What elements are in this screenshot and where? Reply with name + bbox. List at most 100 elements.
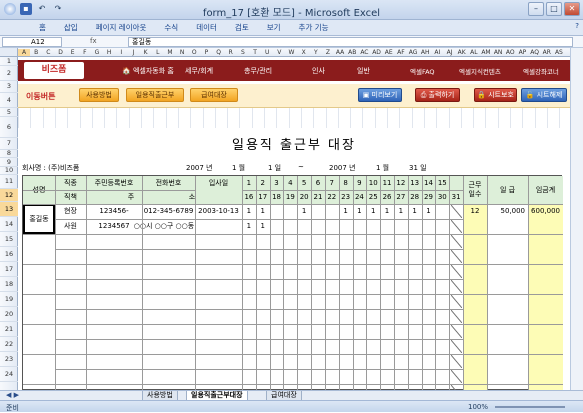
- column-header-r[interactable]: R: [225, 49, 237, 56]
- column-header-ac[interactable]: AC: [358, 49, 370, 56]
- tab-addins[interactable]: 추가 기능: [290, 22, 338, 33]
- print-button[interactable]: ⎙ 출력하기: [415, 88, 460, 102]
- column-header-al[interactable]: AL: [468, 49, 480, 56]
- column-header-z[interactable]: Z: [322, 49, 334, 56]
- column-header-d[interactable]: D: [54, 49, 66, 56]
- column-header-aa[interactable]: AA: [334, 49, 346, 56]
- row-header-6[interactable]: 6: [0, 117, 18, 138]
- formula-input[interactable]: 홍길동: [128, 37, 573, 47]
- row-header-15[interactable]: 15: [0, 232, 18, 247]
- name-box[interactable]: A12: [2, 37, 62, 47]
- fx-icon[interactable]: fx: [90, 37, 97, 45]
- unprotect-sheet-button[interactable]: 🔓 시트해제: [521, 88, 567, 102]
- column-header-k[interactable]: K: [140, 49, 152, 56]
- daily-attendance-button[interactable]: 일용직출근부: [126, 88, 184, 102]
- column-header-x[interactable]: X: [298, 49, 310, 56]
- column-header-g[interactable]: G: [91, 49, 103, 56]
- column-header-b[interactable]: B: [30, 49, 42, 56]
- help-icon[interactable]: ?: [575, 22, 579, 30]
- column-header-j[interactable]: J: [127, 49, 139, 56]
- column-header-s[interactable]: S: [237, 49, 249, 56]
- zoom-slider[interactable]: [495, 406, 565, 408]
- row-header-13[interactable]: 13: [0, 202, 18, 217]
- column-header-y[interactable]: Y: [310, 49, 322, 56]
- nav-tax-accounting[interactable]: 세무/회계: [185, 66, 213, 76]
- tab-page-layout[interactable]: 페이지 레이아웃: [87, 22, 156, 33]
- row-header-17[interactable]: 17: [0, 262, 18, 277]
- row-header-14[interactable]: 14: [0, 217, 18, 232]
- worksheet[interactable]: 비즈폼 🏠 엑셀자동화 홈 세무/회계 총무/관리 인사 일반 엑셀FAQ 엑셀…: [18, 57, 570, 390]
- excel-knowledge-link[interactable]: 엑셀지식컨텐츠: [459, 66, 501, 76]
- column-header-aq[interactable]: AQ: [529, 49, 541, 56]
- row-header-10[interactable]: 10: [0, 167, 18, 175]
- protect-sheet-button[interactable]: 🔒 시트보호: [474, 88, 517, 102]
- nav-hr[interactable]: 인사: [312, 66, 325, 76]
- tab-formulas[interactable]: 수식: [155, 22, 187, 33]
- row-header-16[interactable]: 16: [0, 247, 18, 262]
- column-header-an[interactable]: AN: [492, 49, 504, 56]
- row-header-1[interactable]: 1: [0, 57, 18, 66]
- column-header-o[interactable]: O: [188, 49, 200, 56]
- maximize-button[interactable]: □: [546, 2, 562, 16]
- tab-home[interactable]: 홈: [30, 22, 55, 33]
- column-header-ag[interactable]: AG: [407, 49, 419, 56]
- home-link[interactable]: 🏠 엑셀자동화 홈: [122, 66, 174, 76]
- column-header-ak[interactable]: AK: [456, 49, 468, 56]
- row-header-3[interactable]: 3: [0, 81, 18, 93]
- column-header-l[interactable]: L: [152, 49, 164, 56]
- row-header-20[interactable]: 20: [0, 307, 18, 322]
- vertical-scrollbar[interactable]: [570, 48, 583, 390]
- column-header-u[interactable]: U: [261, 49, 273, 56]
- select-all-corner[interactable]: [0, 48, 18, 57]
- row-header-11[interactable]: 11: [0, 175, 18, 189]
- column-header-ao[interactable]: AO: [504, 49, 516, 56]
- tab-insert[interactable]: 삽입: [55, 22, 87, 33]
- column-header-p[interactable]: P: [200, 49, 212, 56]
- excel-lecture-link[interactable]: 엑셀강좌코너: [523, 66, 568, 76]
- row-header-5[interactable]: 5: [0, 108, 18, 117]
- column-header-v[interactable]: V: [273, 49, 285, 56]
- column-header-as[interactable]: AS: [553, 49, 565, 56]
- tab-data[interactable]: 데이터: [187, 22, 226, 33]
- row-header-24[interactable]: 24: [0, 367, 18, 382]
- column-header-ap[interactable]: AP: [516, 49, 528, 56]
- column-header-m[interactable]: M: [164, 49, 176, 56]
- tab-review[interactable]: 검토: [226, 22, 258, 33]
- usage-button[interactable]: 사용방법: [79, 88, 119, 102]
- column-header-t[interactable]: T: [249, 49, 261, 56]
- column-header-e[interactable]: E: [67, 49, 79, 56]
- column-header-h[interactable]: H: [103, 49, 115, 56]
- column-header-am[interactable]: AM: [480, 49, 492, 56]
- row-header-2[interactable]: 2: [0, 66, 18, 81]
- column-header-ah[interactable]: AH: [419, 49, 431, 56]
- column-header-q[interactable]: Q: [212, 49, 224, 56]
- row-header-18[interactable]: 18: [0, 277, 18, 292]
- column-header-f[interactable]: F: [79, 49, 91, 56]
- tab-view[interactable]: 보기: [258, 22, 290, 33]
- nav-general-admin[interactable]: 총무/관리: [244, 66, 272, 76]
- excel-faq-link[interactable]: 엑셀FAQ: [410, 66, 435, 76]
- row-header-19[interactable]: 19: [0, 292, 18, 307]
- column-header-ab[interactable]: AB: [346, 49, 358, 56]
- nav-general[interactable]: 일반: [357, 66, 370, 76]
- column-header-ae[interactable]: AE: [383, 49, 395, 56]
- column-header-n[interactable]: N: [176, 49, 188, 56]
- preview-button[interactable]: ▣ 미리보기: [358, 88, 402, 102]
- row-header-12[interactable]: 12: [0, 189, 18, 202]
- column-header-af[interactable]: AF: [395, 49, 407, 56]
- row-header-23[interactable]: 23: [0, 352, 18, 367]
- minimize-button[interactable]: –: [528, 2, 544, 16]
- column-header-ad[interactable]: AD: [371, 49, 383, 56]
- column-header-ai[interactable]: AI: [431, 49, 443, 56]
- column-header-aj[interactable]: AJ: [443, 49, 455, 56]
- column-header-c[interactable]: C: [42, 49, 54, 56]
- column-header-a[interactable]: A: [18, 49, 31, 56]
- column-header-i[interactable]: I: [115, 49, 127, 56]
- column-header-ar[interactable]: AR: [541, 49, 553, 56]
- row-header-8[interactable]: 8: [0, 150, 18, 158]
- row-header-22[interactable]: 22: [0, 337, 18, 352]
- payroll-button[interactable]: 급여대장: [190, 88, 238, 102]
- row-header-21[interactable]: 21: [0, 322, 18, 337]
- close-button[interactable]: ✕: [564, 2, 580, 16]
- row-header-4[interactable]: 4: [0, 93, 18, 108]
